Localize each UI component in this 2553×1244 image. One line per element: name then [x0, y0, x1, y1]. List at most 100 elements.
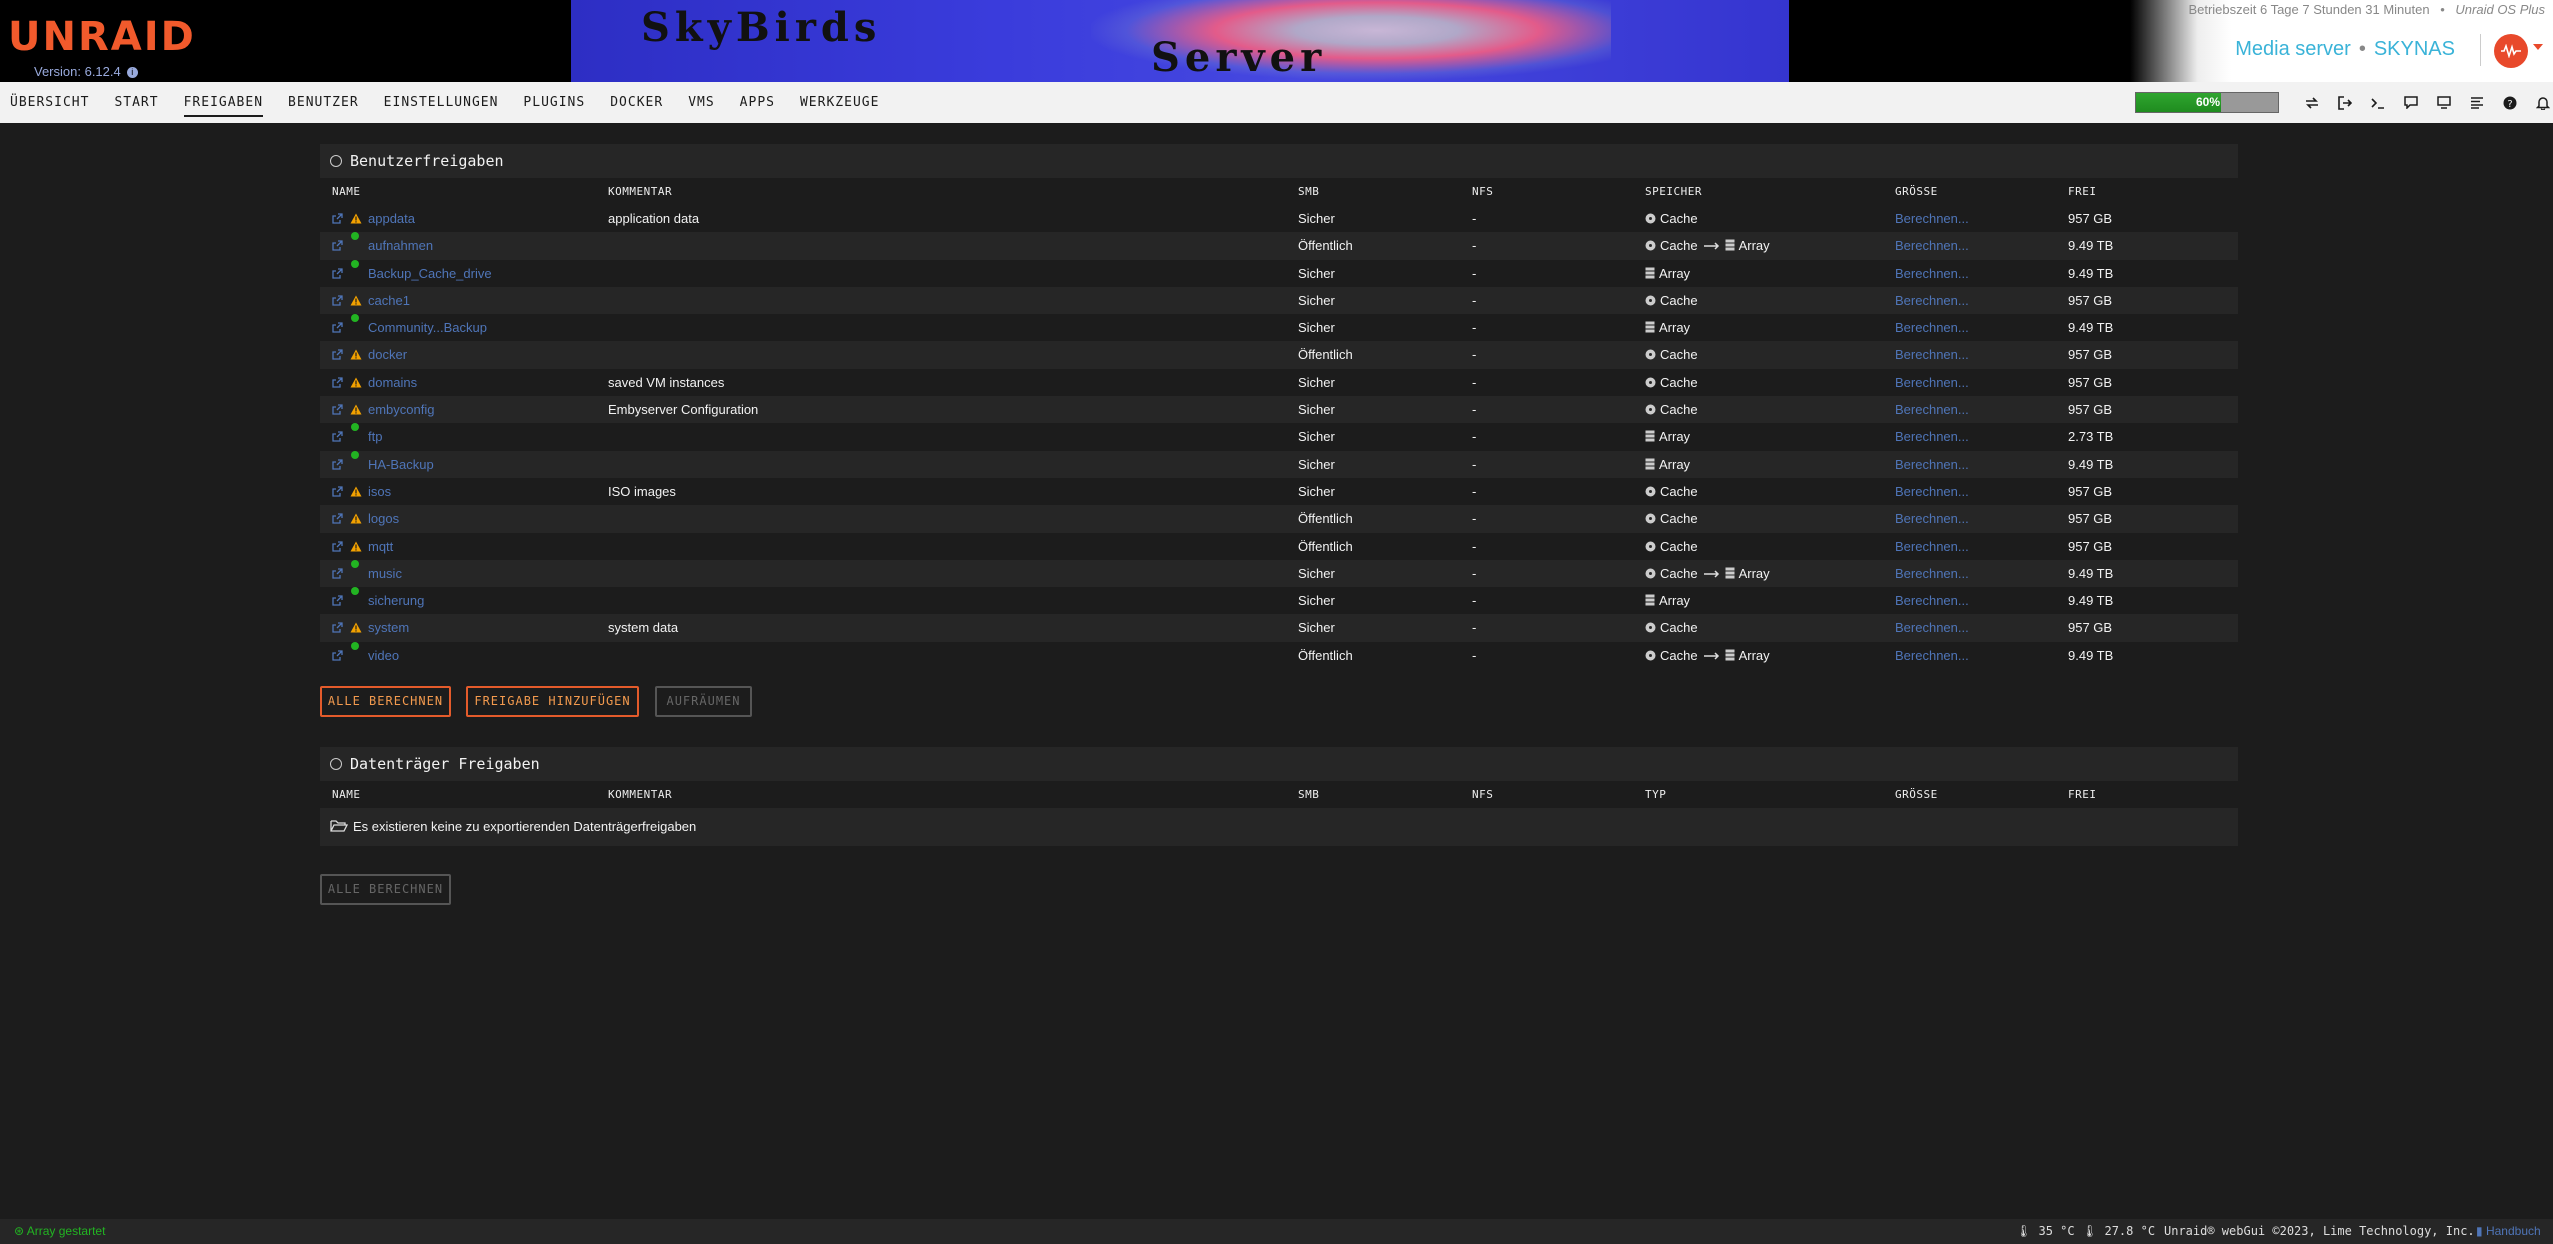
- col-nfs[interactable]: NFS: [1472, 781, 1493, 808]
- switch-language-icon[interactable]: [2295, 82, 2328, 123]
- col-storage[interactable]: SPEICHER: [1645, 178, 1702, 205]
- tab-vms[interactable]: VMS: [688, 82, 714, 123]
- compute-size-link[interactable]: Berechnen...: [1895, 314, 1969, 341]
- share-nfs: -: [1472, 347, 1477, 363]
- col-comment[interactable]: KOMMENTAR: [608, 178, 672, 205]
- col-comment[interactable]: KOMMENTAR: [608, 781, 672, 808]
- tab-einstellungen[interactable]: EINSTELLUNGEN: [384, 82, 499, 123]
- compute-size-link[interactable]: Berechnen...: [1895, 369, 1969, 396]
- compute-size-link[interactable]: Berechnen...: [1895, 341, 1969, 368]
- share-name-link[interactable]: video: [368, 642, 399, 669]
- col-free[interactable]: FREI: [2068, 178, 2097, 205]
- cpu-load-bar[interactable]: 60%: [2135, 92, 2279, 113]
- cache-disk-icon: [1645, 240, 1656, 251]
- external-link-icon[interactable]: [332, 260, 343, 287]
- tab-start[interactable]: START: [114, 82, 158, 123]
- external-link-icon[interactable]: [332, 614, 343, 641]
- compute-size-link[interactable]: Berechnen...: [1895, 614, 1969, 641]
- share-name-link[interactable]: domains: [368, 369, 417, 396]
- compute-size-link[interactable]: Berechnen...: [1895, 533, 1969, 560]
- clean-up-button[interactable]: AUFRÄUMEN: [655, 686, 752, 717]
- external-link-icon[interactable]: [332, 369, 343, 396]
- share-nfs: -: [1472, 593, 1477, 609]
- external-link-icon[interactable]: [332, 287, 343, 314]
- share-free: 957 GB: [2068, 511, 2113, 527]
- info-icon[interactable]: [2427, 82, 2460, 123]
- share-name-link[interactable]: Community...Backup: [368, 314, 487, 341]
- compute-size-link[interactable]: Berechnen...: [1895, 260, 1969, 287]
- unraid-logo[interactable]: UNRAID: [8, 14, 196, 60]
- col-nfs[interactable]: NFS: [1472, 178, 1493, 205]
- external-link-icon[interactable]: [332, 505, 343, 532]
- compute-size-link[interactable]: Berechnen...: [1895, 287, 1969, 314]
- terminal-icon[interactable]: [2361, 82, 2394, 123]
- col-free[interactable]: FREI: [2068, 781, 2097, 808]
- tab-apps[interactable]: APPS: [740, 82, 775, 123]
- help-icon[interactable]: ?: [2493, 82, 2526, 123]
- chevron-down-icon[interactable]: [2533, 44, 2543, 50]
- disk-compute-all-button[interactable]: ALLE BERECHNEN: [320, 874, 451, 905]
- compute-size-link[interactable]: Berechnen...: [1895, 587, 1969, 614]
- share-name-link[interactable]: Backup_Cache_drive: [368, 260, 492, 287]
- compute-size-link[interactable]: Berechnen...: [1895, 205, 1969, 232]
- manual-link[interactable]: ▮ Handbuch: [2476, 1219, 2541, 1244]
- compute-size-link[interactable]: Berechnen...: [1895, 451, 1969, 478]
- share-name-link[interactable]: isos: [368, 478, 391, 505]
- external-link-icon[interactable]: [332, 587, 343, 614]
- external-link-icon[interactable]: [332, 533, 343, 560]
- feedback-icon[interactable]: [2394, 82, 2427, 123]
- external-link-icon[interactable]: [332, 560, 343, 587]
- col-name[interactable]: NAME: [332, 781, 361, 808]
- share-name-link[interactable]: logos: [368, 505, 399, 532]
- col-type[interactable]: TYP: [1645, 781, 1666, 808]
- share-name-link[interactable]: appdata: [368, 205, 415, 232]
- info-icon[interactable]: i: [126, 67, 138, 78]
- compute-size-link[interactable]: Berechnen...: [1895, 396, 1969, 423]
- logout-icon[interactable]: [2328, 82, 2361, 123]
- share-name-link[interactable]: ftp: [368, 423, 382, 450]
- server-info[interactable]: Media server • SKYNAS: [2235, 38, 2455, 61]
- array-status[interactable]: ⊛ Array gestartet: [14, 1219, 105, 1244]
- tab-freigaben[interactable]: FREIGABEN: [183, 82, 264, 123]
- compute-size-link[interactable]: Berechnen...: [1895, 560, 1969, 587]
- external-link-icon[interactable]: [332, 341, 343, 368]
- compute-size-link[interactable]: Berechnen...: [1895, 505, 1969, 532]
- external-link-icon[interactable]: [332, 478, 343, 505]
- external-link-icon[interactable]: [332, 205, 343, 232]
- tab-werkzeuge[interactable]: WERKZEUGE: [800, 82, 879, 123]
- share-name-link[interactable]: music: [368, 560, 402, 587]
- compute-size-link[interactable]: Berechnen...: [1895, 423, 1969, 450]
- tab-übersicht[interactable]: ÜBERSICHT: [10, 82, 89, 123]
- col-smb[interactable]: SMB: [1298, 178, 1319, 205]
- compute-size-link[interactable]: Berechnen...: [1895, 478, 1969, 505]
- compute-size-link[interactable]: Berechnen...: [1895, 232, 1969, 259]
- version-label[interactable]: Version: 6.12.4 i: [34, 64, 138, 79]
- compute-size-link[interactable]: Berechnen...: [1895, 642, 1969, 669]
- share-name-link[interactable]: HA-Backup: [368, 451, 434, 478]
- share-name-link[interactable]: system: [368, 614, 409, 641]
- col-smb[interactable]: SMB: [1298, 781, 1319, 808]
- share-name-link[interactable]: mqtt: [368, 533, 393, 560]
- col-size[interactable]: GRÖSSE: [1895, 178, 1938, 205]
- external-link-icon[interactable]: [332, 451, 343, 478]
- notification-bell-icon[interactable]: [2526, 82, 2553, 123]
- user-avatar-icon[interactable]: [2494, 34, 2528, 68]
- external-link-icon[interactable]: [332, 314, 343, 341]
- share-name-link[interactable]: docker: [368, 341, 407, 368]
- tab-docker[interactable]: DOCKER: [610, 82, 663, 123]
- share-name-link[interactable]: embyconfig: [368, 396, 434, 423]
- external-link-icon[interactable]: [332, 232, 343, 259]
- external-link-icon[interactable]: [332, 423, 343, 450]
- external-link-icon[interactable]: [332, 642, 343, 669]
- tab-benutzer[interactable]: BENUTZER: [288, 82, 359, 123]
- external-link-icon[interactable]: [332, 396, 343, 423]
- log-icon[interactable]: [2460, 82, 2493, 123]
- col-name[interactable]: NAME: [332, 178, 361, 205]
- col-size[interactable]: GRÖSSE: [1895, 781, 1938, 808]
- tab-plugins[interactable]: PLUGINS: [523, 82, 585, 123]
- share-name-link[interactable]: cache1: [368, 287, 410, 314]
- share-name-link[interactable]: aufnahmen: [368, 232, 433, 259]
- compute-all-button[interactable]: ALLE BERECHNEN: [320, 686, 451, 717]
- share-name-link[interactable]: sicherung: [368, 587, 424, 614]
- add-share-button[interactable]: FREIGABE HINZUFÜGEN: [466, 686, 639, 717]
